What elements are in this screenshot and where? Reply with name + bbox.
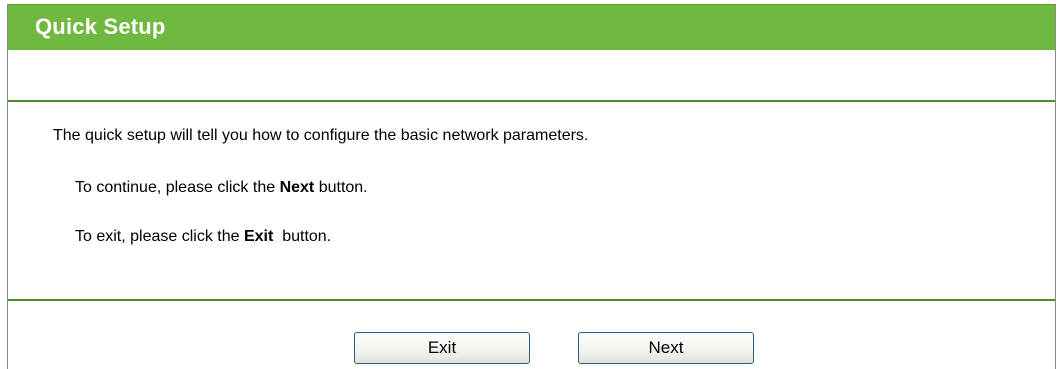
continue-keyword: Next — [279, 179, 315, 196]
exit-prefix: To exit, please click the — [75, 228, 244, 245]
divider-bottom — [8, 299, 1055, 301]
exit-instruction: To exit, please click the Exit button. — [75, 228, 331, 246]
divider-top — [8, 100, 1055, 102]
exit-button[interactable]: Exit — [354, 332, 530, 364]
exit-keyword: Exit — [243, 228, 274, 245]
continue-suffix: button. — [314, 179, 368, 196]
next-button[interactable]: Next — [578, 332, 754, 364]
title-bar: Quick Setup — [8, 4, 1055, 50]
continue-instruction: To continue, please click the Next butto… — [75, 179, 368, 197]
exit-suffix: button. — [273, 228, 332, 245]
quick-setup-panel: Quick Setup The quick setup will tell yo… — [7, 4, 1056, 369]
continue-prefix: To continue, please click the — [75, 179, 280, 196]
intro-text: The quick setup will tell you how to con… — [53, 127, 589, 144]
page-title: Quick Setup — [35, 14, 166, 39]
